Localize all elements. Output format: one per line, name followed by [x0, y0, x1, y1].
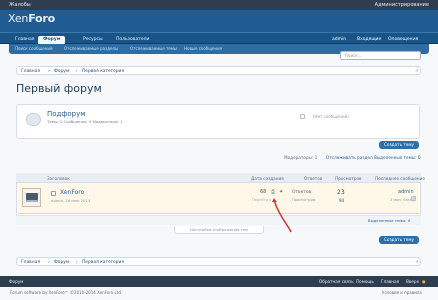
- page-title: Первый форум: [16, 82, 102, 95]
- print-icon[interactable]: ⎙: [271, 189, 275, 195]
- tab-users[interactable]: Пользователи: [111, 36, 154, 44]
- breadcrumb-separator-icon: ›: [76, 68, 78, 74]
- breadcrumb-home[interactable]: Главная: [21, 69, 40, 74]
- site-footer: Форум Обратная связь Помощь Главная Ввер…: [0, 276, 438, 287]
- thread-created-value: 68: [260, 189, 267, 195]
- breadcrumb-bottom: Главная › Форум › Первая категория ↗: [16, 257, 421, 266]
- last-post-user[interactable]: admin: [398, 189, 414, 195]
- threads-footer: Выделенные темы: 0: [16, 215, 421, 225]
- selected-threads-footer[interactable]: Выделенные темы: 0: [368, 218, 410, 223]
- breadcrumb: Главная › Форум › Первая категория ↗: [16, 66, 421, 75]
- thread-checkbox[interactable]: [51, 191, 56, 196]
- column-replies[interactable]: Ответов: [304, 176, 322, 181]
- subnav-search-posts[interactable]: Поиск сообщений: [15, 46, 53, 51]
- threads-header: Заголовок Дата создания Ответов Просмотр…: [16, 173, 425, 183]
- copyright-text: Forum software by XenForo™ ©2010-2014 Xe…: [10, 290, 123, 295]
- subnav-watched-threads[interactable]: Отслеживаемые темы: [130, 46, 177, 51]
- thread-title[interactable]: XenForo: [60, 189, 84, 196]
- column-created[interactable]: Дата создания: [251, 176, 284, 181]
- selected-threads-link[interactable]: Выделенные темы: 0: [374, 155, 420, 160]
- create-topic-button[interactable]: Создать тему: [379, 141, 419, 149]
- search-input[interactable]: Поиск...: [340, 51, 421, 60]
- rss-icon[interactable]: ↗: [415, 260, 419, 265]
- breadcrumb-forum[interactable]: Форум: [54, 260, 69, 265]
- breadcrumb-separator-icon: ›: [48, 68, 50, 74]
- complaints-link[interactable]: Жалобы: [9, 2, 31, 8]
- footer-help-link[interactable]: Помощь: [356, 279, 374, 284]
- moderators-link[interactable]: Модераторы: 1: [284, 155, 317, 160]
- tab-forum[interactable]: Форум: [38, 36, 66, 44]
- thread-author-avatar[interactable]: [22, 188, 41, 207]
- subforum-stats: Темы: 0 Сообщения: 0 Модераторы: 1: [47, 119, 123, 124]
- jump-to-last-icon[interactable]: [411, 196, 416, 201]
- pin-icon[interactable]: ✦: [279, 189, 283, 195]
- top-admin-bar: Жалобы Администрирование: [0, 0, 438, 10]
- views-count: 94: [339, 198, 345, 203]
- breadcrumb-separator-icon: ›: [76, 259, 78, 265]
- create-topic-button-bottom[interactable]: Создать тему: [379, 236, 419, 244]
- admin-link[interactable]: Администрирование: [375, 2, 429, 8]
- breadcrumb-separator-icon: ›: [48, 259, 50, 265]
- footer-home-link[interactable]: Форум: [9, 279, 23, 284]
- subnav-watched-forums[interactable]: Отслеживаемые разделы: [64, 46, 118, 51]
- replies-count: 23: [337, 189, 345, 196]
- annotation-arrow-icon: [272, 198, 292, 233]
- inbox-link[interactable]: Входящие: [357, 36, 381, 44]
- terms-link[interactable]: Условия и правила: [382, 290, 422, 295]
- site-header: [0, 10, 438, 33]
- column-views[interactable]: Просмотров: [335, 176, 362, 181]
- tab-home[interactable]: Главная: [10, 36, 39, 44]
- breadcrumb-category[interactable]: Первая категория: [82, 260, 124, 265]
- subnav-new-posts[interactable]: Новые сообщения: [184, 46, 222, 51]
- footer-main-link[interactable]: Главная: [381, 279, 399, 284]
- footer-top-link[interactable]: Вверх: [406, 279, 419, 284]
- subforum-last-post-status: (Нет сообщений): [313, 114, 349, 119]
- user-menu-link[interactable]: admin: [332, 36, 346, 44]
- column-last-post[interactable]: Последнее сообщение: [375, 176, 425, 181]
- tab-resources[interactable]: Ресурсы: [78, 36, 108, 44]
- footer-feedback-link[interactable]: Обратная связь: [319, 279, 354, 284]
- thread-meta: admin, 26 июл 2014: [51, 198, 91, 203]
- breadcrumb-forum[interactable]: Форум: [54, 69, 69, 74]
- site-logo[interactable]: XenForo: [8, 12, 55, 25]
- breadcrumb-category[interactable]: Первая категория: [82, 69, 124, 74]
- alerts-link[interactable]: Оповещения: [388, 36, 418, 44]
- forum-icon: [26, 113, 41, 126]
- subforum-title[interactable]: Подфорум: [47, 110, 86, 118]
- rss-icon[interactable]: ◼: [422, 279, 425, 284]
- rss-icon[interactable]: ↗: [415, 69, 419, 74]
- watch-forum-link[interactable]: Отслеживать раздел: [326, 155, 373, 160]
- breadcrumb-home[interactable]: Главная: [21, 260, 40, 265]
- display-options-tab[interactable]: Настройки отображения тем: [174, 226, 264, 234]
- subforum-checkbox[interactable]: [300, 114, 305, 119]
- views-label: Просмотров:: [292, 198, 316, 202]
- replies-label: Ответов:: [292, 190, 313, 195]
- column-title[interactable]: Заголовок: [47, 176, 70, 181]
